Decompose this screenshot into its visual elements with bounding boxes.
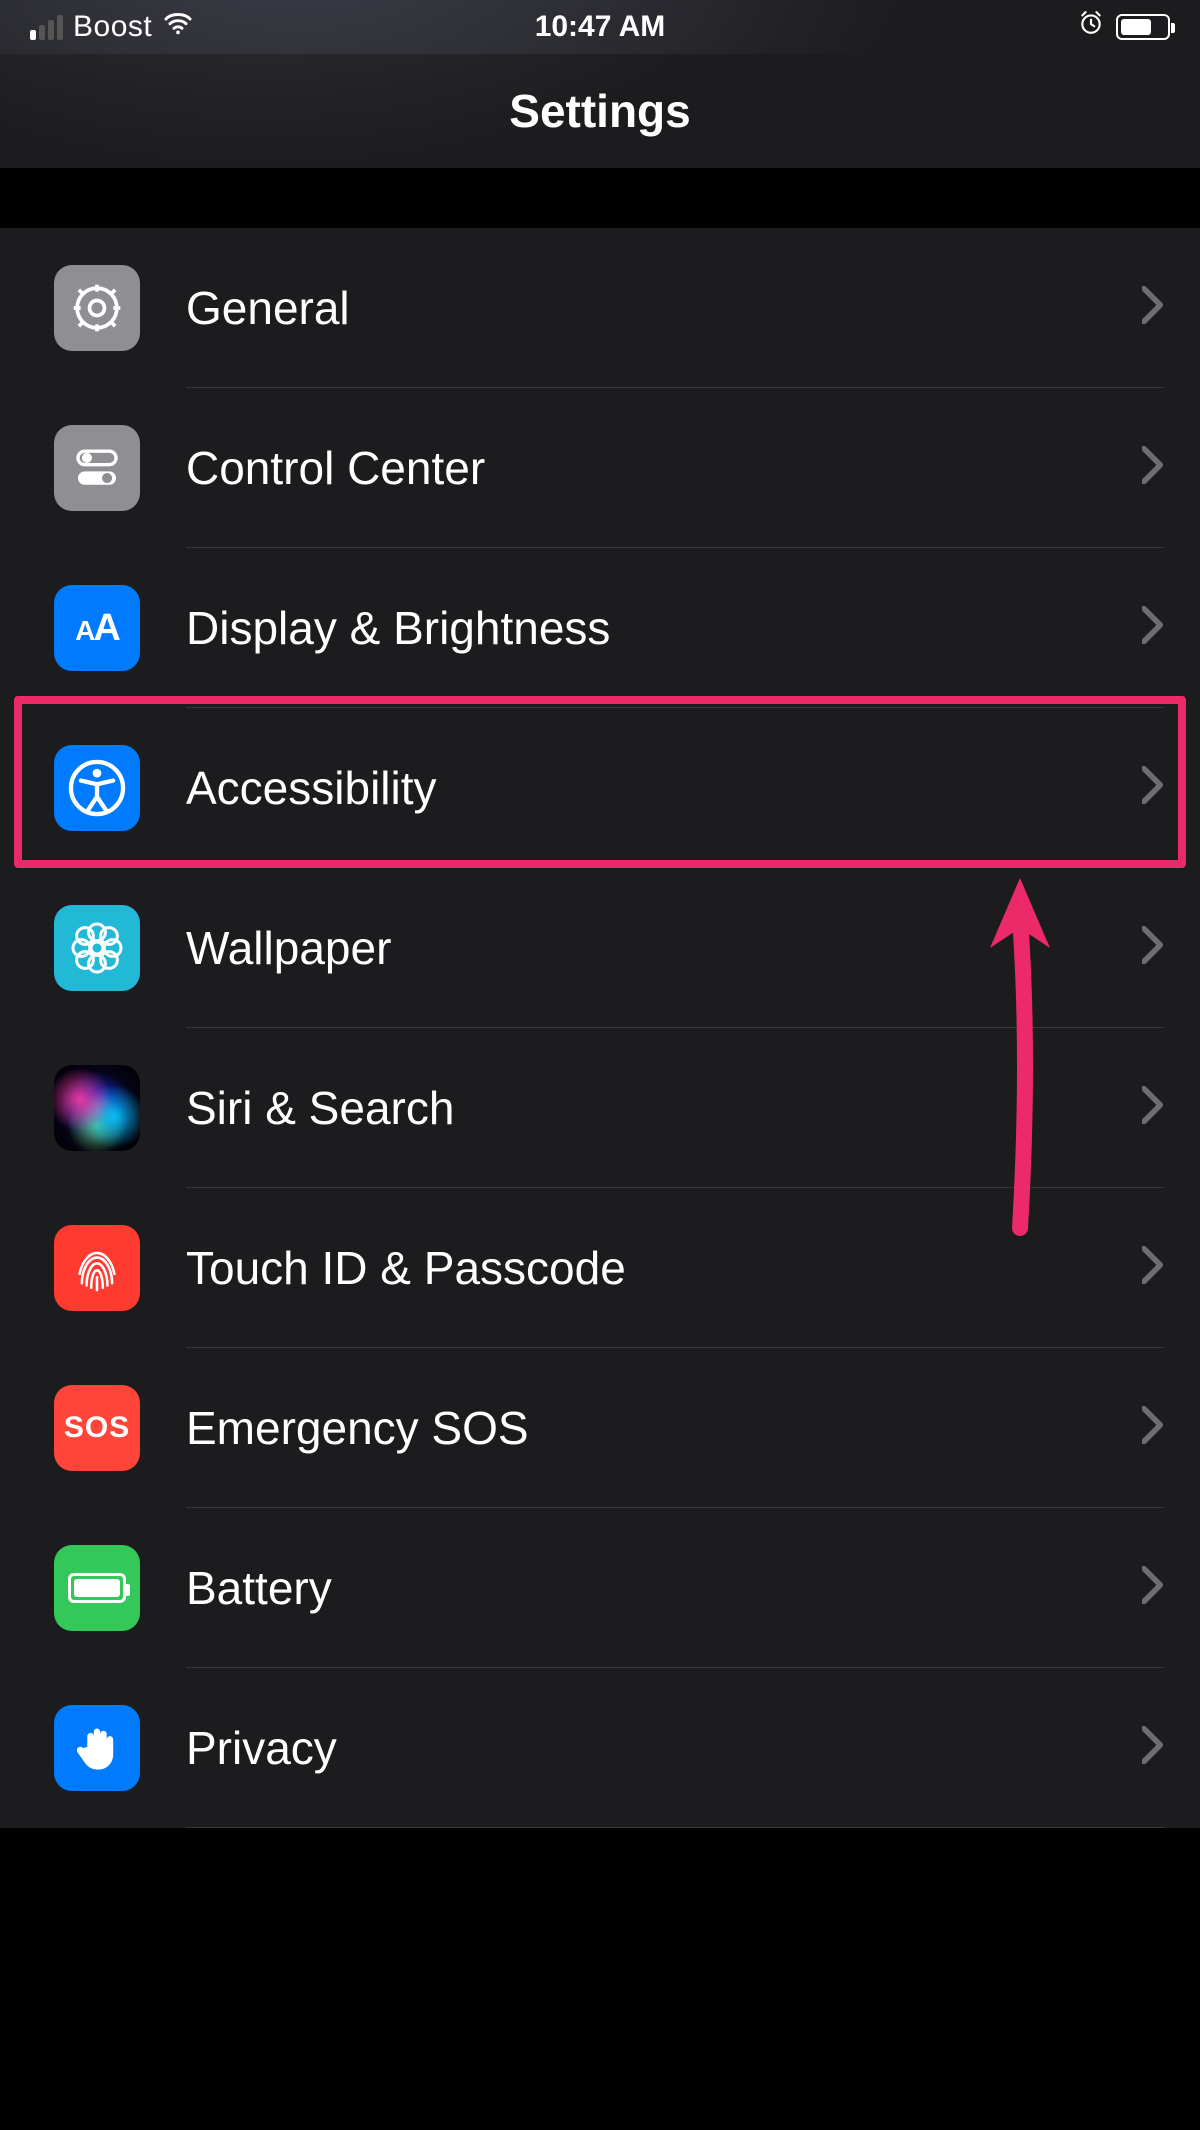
section-gap [0, 168, 1200, 228]
status-time: 10:47 AM [0, 10, 1200, 44]
nav-bar: Settings [0, 54, 1200, 168]
aa-icon: AA [54, 585, 140, 671]
settings-row-general[interactable]: General [0, 228, 1200, 388]
chevron-right-icon [1142, 606, 1164, 649]
settings-row-control-center[interactable]: Control Center [0, 388, 1200, 548]
battery-icon [1116, 14, 1170, 40]
row-label: Siri & Search [186, 1081, 1142, 1135]
hand-icon [54, 1705, 140, 1791]
row-label: General [186, 281, 1142, 335]
row-label: Control Center [186, 441, 1142, 495]
settings-row-accessibility[interactable]: Accessibility [0, 708, 1200, 868]
battery-icon [54, 1545, 140, 1631]
row-label: Battery [186, 1561, 1142, 1615]
chevron-right-icon [1142, 1406, 1164, 1449]
settings-row-display[interactable]: AA Display & Brightness [0, 548, 1200, 708]
chevron-right-icon [1142, 926, 1164, 969]
row-label: Accessibility [186, 761, 1142, 815]
page-title: Settings [509, 84, 690, 138]
flower-icon [54, 905, 140, 991]
bottom-gap [0, 1828, 1200, 2088]
settings-row-sos[interactable]: SOS Emergency SOS [0, 1348, 1200, 1508]
settings-row-touchid[interactable]: Touch ID & Passcode [0, 1188, 1200, 1348]
fingerprint-icon [54, 1225, 140, 1311]
toggles-icon [54, 425, 140, 511]
row-label: Wallpaper [186, 921, 1142, 975]
chevron-right-icon [1142, 446, 1164, 489]
siri-icon [54, 1065, 140, 1151]
accessibility-icon [54, 745, 140, 831]
settings-row-battery[interactable]: Battery [0, 1508, 1200, 1668]
sos-icon: SOS [54, 1385, 140, 1471]
chevron-right-icon [1142, 1086, 1164, 1129]
row-label: Privacy [186, 1721, 1142, 1775]
chevron-right-icon [1142, 1566, 1164, 1609]
chevron-right-icon [1142, 1726, 1164, 1769]
chevron-right-icon [1142, 286, 1164, 329]
row-label: Emergency SOS [186, 1401, 1142, 1455]
settings-row-privacy[interactable]: Privacy [0, 1668, 1200, 1828]
chevron-right-icon [1142, 1246, 1164, 1289]
row-label: Display & Brightness [186, 601, 1142, 655]
row-label: Touch ID & Passcode [186, 1241, 1142, 1295]
settings-list: General Control Center AA [0, 228, 1200, 1828]
status-bar: Boost 10:47 AM [0, 0, 1200, 54]
settings-row-wallpaper[interactable]: Wallpaper [0, 868, 1200, 1028]
chevron-right-icon [1142, 766, 1164, 809]
settings-row-siri[interactable]: Siri & Search [0, 1028, 1200, 1188]
gear-icon [54, 265, 140, 351]
